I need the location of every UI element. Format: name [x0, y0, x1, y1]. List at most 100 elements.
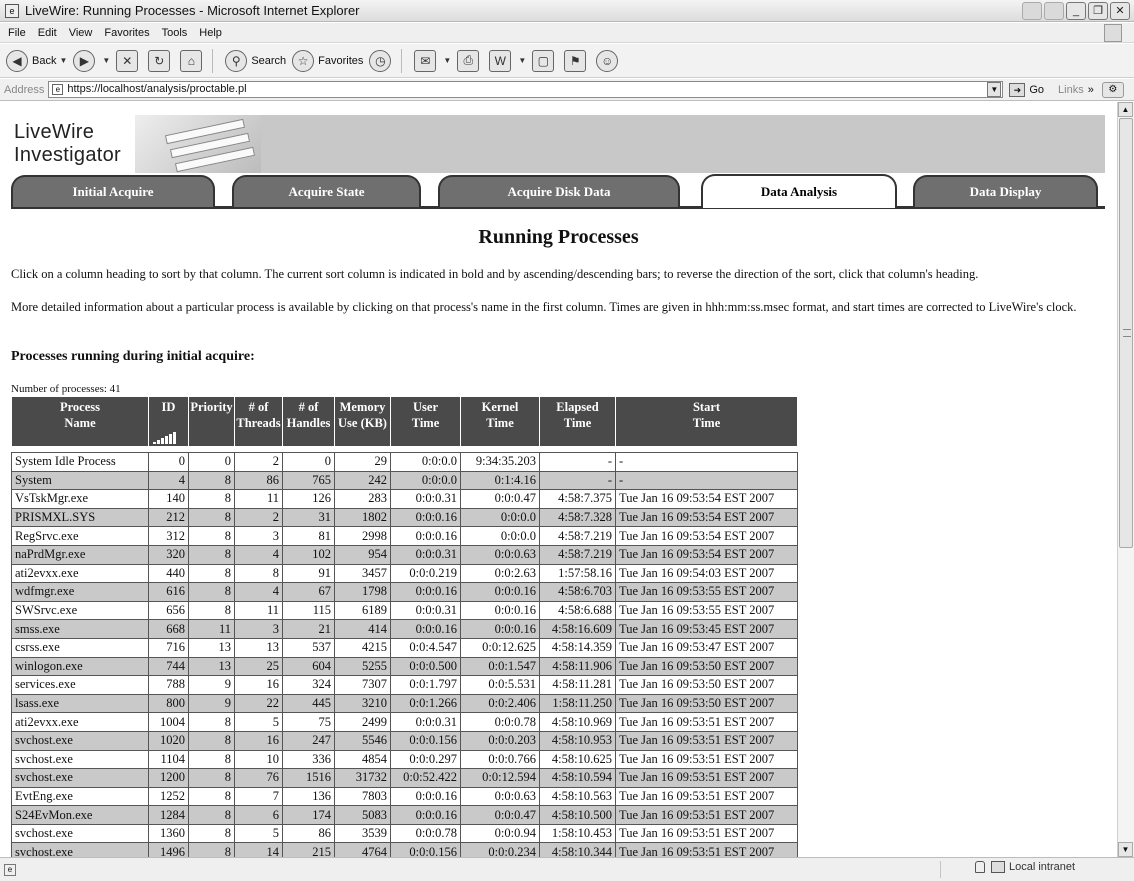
tools-dropdown-icon[interactable]: ⚙ [1101, 81, 1124, 98]
process-name-link[interactable]: VsTskMgr.exe [11, 489, 149, 509]
menu-file[interactable]: File [8, 27, 26, 39]
close-button[interactable]: ✕ [1110, 2, 1130, 20]
cell-handles: 324 [282, 675, 335, 695]
history-button[interactable]: ◷ [369, 49, 395, 72]
address-dropdown-icon[interactable]: ▼ [987, 82, 1002, 97]
cell-start-time: Tue Jan 16 09:53:51 EST 2007 [615, 786, 798, 807]
process-name-link[interactable]: ati2evxx.exe [11, 712, 149, 732]
back-button[interactable]: ◀ Back ▼ [6, 49, 67, 72]
process-name-link[interactable]: RegSrvc.exe [11, 526, 149, 546]
cell-id: 320 [148, 544, 189, 565]
process-name-link[interactable]: PRISMXL.SYS [11, 507, 149, 528]
minimize-button[interactable]: _ [1066, 2, 1086, 20]
refresh-button[interactable]: ↻ [148, 49, 174, 72]
cell-elapsed-time: 4:58:16.609 [539, 619, 616, 639]
cell-priority: 8 [188, 768, 235, 788]
cell-threads: 3 [234, 526, 283, 546]
process-name-link[interactable]: wdfmgr.exe [11, 582, 149, 602]
favorites-button[interactable]: ☆ Favorites [292, 49, 363, 72]
menu-view[interactable]: View [69, 27, 93, 39]
col-header-threads[interactable]: # of Threads [234, 396, 283, 447]
go-button[interactable]: ➜ Go [1009, 82, 1044, 97]
cell-threads: 16 [234, 730, 283, 751]
process-name-link[interactable]: S24EvMon.exe [11, 805, 149, 825]
research-button[interactable]: ⚑ [564, 49, 590, 72]
lock-icon [975, 861, 985, 873]
cell-user-time: 0:0:0.16 [390, 805, 461, 825]
col-header-priority[interactable]: Priority [188, 396, 235, 447]
process-name-link[interactable]: EvtEng.exe [11, 786, 149, 807]
menu-favorites[interactable]: Favorites [104, 27, 149, 39]
messenger-button[interactable]: ☺ [596, 49, 622, 72]
cell-id: 616 [148, 582, 189, 602]
col-header-process-name[interactable]: Process Name [11, 396, 149, 447]
cell-priority: 8 [188, 786, 235, 807]
cell-threads: 2 [234, 507, 283, 528]
ie-page-icon: e [5, 3, 19, 18]
stop-button[interactable]: ✕ [116, 49, 142, 72]
process-name-link[interactable]: winlogon.exe [11, 656, 149, 677]
menu-edit[interactable]: Edit [38, 27, 57, 39]
cell-threads: 4 [234, 582, 283, 602]
chevron-right-icon[interactable]: » [1088, 84, 1094, 96]
process-name-link[interactable]: services.exe [11, 675, 149, 695]
process-name-link[interactable]: System Idle Process [11, 452, 149, 472]
vertical-scrollbar[interactable]: ▲ ▼ [1117, 102, 1134, 857]
process-name-link[interactable]: svchost.exe [11, 749, 149, 770]
process-name-link[interactable]: System [11, 470, 149, 491]
mail-button[interactable]: ✉ ▼ [414, 49, 451, 72]
col-header-line1: Elapsed [556, 400, 599, 414]
process-name-link[interactable]: smss.exe [11, 619, 149, 639]
col-header-elapsed-time[interactable]: Elapsed Time [539, 396, 616, 447]
chevron-down-icon[interactable]: ▼ [59, 56, 67, 65]
cell-elapsed-time: 4:58:14.359 [539, 637, 616, 658]
menu-help[interactable]: Help [199, 27, 222, 39]
search-button[interactable]: ⚲ Search [225, 49, 286, 72]
mail-icon: ✉ [414, 49, 437, 72]
maximize-button[interactable]: ❐ [1088, 2, 1108, 20]
cell-priority: 13 [188, 656, 235, 677]
process-name-link[interactable]: naPrdMgr.exe [11, 544, 149, 565]
chevron-down-icon[interactable]: ▼ [102, 56, 110, 65]
col-header-handles[interactable]: # of Handles [282, 396, 335, 447]
cell-start-time: Tue Jan 16 09:53:51 EST 2007 [615, 805, 798, 825]
tab-acquire-state[interactable]: Acquire State [232, 175, 421, 207]
process-name-link[interactable]: ati2evxx.exe [11, 563, 149, 584]
cell-threads: 7 [234, 786, 283, 807]
chevron-down-icon[interactable]: ▼ [518, 56, 526, 65]
process-name-link[interactable]: svchost.exe [11, 730, 149, 751]
process-name-link[interactable]: SWSrvc.exe [11, 600, 149, 621]
cell-memory: 5083 [334, 805, 391, 825]
links-label[interactable]: Links [1058, 84, 1084, 96]
process-name-link[interactable]: lsass.exe [11, 693, 149, 714]
tab-initial-acquire[interactable]: Initial Acquire [11, 175, 215, 207]
edit-button[interactable]: W ▼ [489, 49, 526, 72]
col-header-memory[interactable]: Memory Use (KB) [334, 396, 391, 447]
discuss-button[interactable]: ▢ [532, 49, 558, 72]
col-header-user-time[interactable]: User Time [390, 396, 461, 447]
cell-priority: 8 [188, 563, 235, 584]
process-name-link[interactable]: svchost.exe [11, 823, 149, 844]
process-name-link[interactable]: svchost.exe [11, 842, 149, 857]
tab-data-analysis[interactable]: Data Analysis [701, 174, 897, 208]
cell-user-time: 0:0:0.16 [390, 786, 461, 807]
address-bar: Address e https://localhost/analysis/pro… [0, 79, 1134, 101]
col-header-kernel-time[interactable]: Kernel Time [460, 396, 540, 447]
tab-data-display[interactable]: Data Display [913, 175, 1098, 207]
chevron-down-icon[interactable]: ▼ [443, 56, 451, 65]
scroll-up-icon[interactable]: ▲ [1118, 102, 1133, 117]
home-button[interactable]: ⌂ [180, 49, 206, 72]
cell-memory: 2499 [334, 712, 391, 732]
cell-kernel-time: 0:0:2.63 [460, 563, 540, 584]
address-input[interactable]: e https://localhost/analysis/proctable.p… [48, 81, 1004, 98]
tab-acquire-disk-data[interactable]: Acquire Disk Data [438, 175, 680, 207]
scroll-down-icon[interactable]: ▼ [1118, 842, 1133, 857]
print-button[interactable]: ⎙ [457, 49, 483, 72]
process-name-link[interactable]: svchost.exe [11, 768, 149, 788]
scrollbar-thumb[interactable] [1119, 118, 1133, 548]
process-name-link[interactable]: csrss.exe [11, 637, 149, 658]
col-header-start-time[interactable]: Start Time [615, 396, 798, 447]
menu-tools[interactable]: Tools [162, 27, 188, 39]
forward-button[interactable]: ▶ ▼ [73, 49, 110, 72]
col-header-id[interactable]: ID [148, 396, 189, 447]
